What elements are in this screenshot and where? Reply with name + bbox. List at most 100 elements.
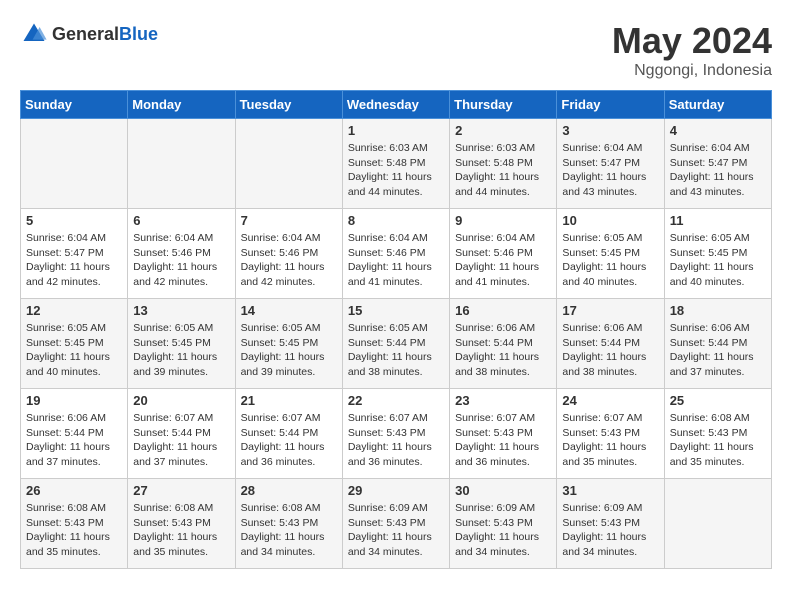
calendar-week-3: 12 Sunrise: 6:05 AMSunset: 5:45 PMDayligh… [21, 299, 772, 389]
day-number: 17 [562, 303, 658, 318]
day-number: 31 [562, 483, 658, 498]
calendar-cell: 24 Sunrise: 6:07 AMSunset: 5:43 PMDayligh… [557, 389, 664, 479]
day-number: 16 [455, 303, 551, 318]
day-number: 2 [455, 123, 551, 138]
calendar-cell: 3 Sunrise: 6:04 AMSunset: 5:47 PMDaylight… [557, 119, 664, 209]
calendar-cell: 26 Sunrise: 6:08 AMSunset: 5:43 PMDayligh… [21, 479, 128, 569]
cell-content: Sunrise: 6:05 AMSunset: 5:45 PMDaylight:… [562, 231, 658, 290]
logo: GeneralBlue [20, 20, 158, 48]
day-number: 11 [670, 213, 766, 228]
cell-content: Sunrise: 6:07 AMSunset: 5:43 PMDaylight:… [455, 411, 551, 470]
calendar-cell: 29Sunrise: 6:09 AMSunset: 5:43 PMDayligh… [342, 479, 449, 569]
header-day-thursday: Thursday [450, 91, 557, 119]
calendar-cell [21, 119, 128, 209]
day-number: 8 [348, 213, 444, 228]
cell-content: Sunrise: 6:04 AMSunset: 5:47 PMDaylight:… [26, 231, 122, 290]
cell-content: Sunrise: 6:06 AMSunset: 5:44 PMDaylight:… [670, 321, 766, 380]
day-number: 29 [348, 483, 444, 498]
calendar-cell: 31 Sunrise: 6:09 AMSunset: 5:43 PMDayligh… [557, 479, 664, 569]
calendar-cell: 28Sunrise: 6:08 AMSunset: 5:43 PMDayligh… [235, 479, 342, 569]
calendar-cell: 20 Sunrise: 6:07 AMSunset: 5:44 PMDayligh… [128, 389, 235, 479]
logo-icon [20, 20, 48, 48]
cell-content: Sunrise: 6:05 AMSunset: 5:44 PMDaylight:… [348, 321, 444, 380]
header-row: SundayMondayTuesdayWednesdayThursdayFrid… [21, 91, 772, 119]
header-day-wednesday: Wednesday [342, 91, 449, 119]
calendar-body: 1 Sunrise: 6:03 AMSunset: 5:48 PMDaylight… [21, 119, 772, 569]
cell-content: Sunrise: 6:04 AMSunset: 5:47 PMDaylight:… [562, 141, 658, 200]
header-day-sunday: Sunday [21, 91, 128, 119]
day-number: 7 [241, 213, 337, 228]
day-number: 23 [455, 393, 551, 408]
calendar-cell: 5Sunrise: 6:04 AMSunset: 5:47 PMDaylight… [21, 209, 128, 299]
day-number: 20 [133, 393, 229, 408]
day-number: 25 [670, 393, 766, 408]
day-number: 28 [241, 483, 337, 498]
calendar-cell: 25 Sunrise: 6:08 AMSunset: 5:43 PMDayligh… [664, 389, 771, 479]
subtitle: Nggongi, Indonesia [612, 62, 772, 80]
cell-content: Sunrise: 6:08 AMSunset: 5:43 PMDaylight:… [133, 501, 229, 560]
logo-blue: Blue [119, 24, 158, 44]
calendar-cell: 8 Sunrise: 6:04 AMSunset: 5:46 PMDaylight… [342, 209, 449, 299]
calendar-cell: 7 Sunrise: 6:04 AMSunset: 5:46 PMDaylight… [235, 209, 342, 299]
logo-text: GeneralBlue [52, 24, 158, 45]
day-number: 3 [562, 123, 658, 138]
calendar-cell: 21Sunrise: 6:07 AMSunset: 5:44 PMDayligh… [235, 389, 342, 479]
calendar-cell: 4Sunrise: 6:04 AMSunset: 5:47 PMDaylight… [664, 119, 771, 209]
calendar-week-5: 26 Sunrise: 6:08 AMSunset: 5:43 PMDayligh… [21, 479, 772, 569]
calendar-cell: 27Sunrise: 6:08 AMSunset: 5:43 PMDayligh… [128, 479, 235, 569]
calendar-cell: 10Sunrise: 6:05 AMSunset: 5:45 PMDayligh… [557, 209, 664, 299]
calendar-cell: 19 Sunrise: 6:06 AMSunset: 5:44 PMDayligh… [21, 389, 128, 479]
calendar-cell: 30Sunrise: 6:09 AMSunset: 5:43 PMDayligh… [450, 479, 557, 569]
cell-content: Sunrise: 6:04 AMSunset: 5:46 PMDaylight:… [241, 231, 337, 290]
day-number: 6 [133, 213, 229, 228]
day-number: 12 [26, 303, 122, 318]
cell-content: Sunrise: 6:05 AMSunset: 5:45 PMDaylight:… [670, 231, 766, 290]
calendar-week-2: 5Sunrise: 6:04 AMSunset: 5:47 PMDaylight… [21, 209, 772, 299]
cell-content: Sunrise: 6:06 AMSunset: 5:44 PMDaylight:… [562, 321, 658, 380]
cell-content: Sunrise: 6:04 AMSunset: 5:46 PMDaylight:… [133, 231, 229, 290]
cell-content: Sunrise: 6:08 AMSunset: 5:43 PMDaylight:… [26, 501, 122, 560]
calendar-cell: 12 Sunrise: 6:05 AMSunset: 5:45 PMDayligh… [21, 299, 128, 389]
cell-content: Sunrise: 6:07 AMSunset: 5:44 PMDaylight:… [241, 411, 337, 470]
calendar-cell: 6 Sunrise: 6:04 AMSunset: 5:46 PMDaylight… [128, 209, 235, 299]
day-number: 9 [455, 213, 551, 228]
cell-content: Sunrise: 6:07 AMSunset: 5:44 PMDaylight:… [133, 411, 229, 470]
cell-content: Sunrise: 6:04 AMSunset: 5:46 PMDaylight:… [455, 231, 551, 290]
day-number: 19 [26, 393, 122, 408]
page-header: GeneralBlue May 2024 Nggongi, Indonesia [20, 20, 772, 80]
day-number: 13 [133, 303, 229, 318]
cell-content: Sunrise: 6:08 AMSunset: 5:43 PMDaylight:… [670, 411, 766, 470]
cell-content: Sunrise: 6:09 AMSunset: 5:43 PMDaylight:… [455, 501, 551, 560]
day-number: 26 [26, 483, 122, 498]
calendar-cell: 13 Sunrise: 6:05 AMSunset: 5:45 PMDayligh… [128, 299, 235, 389]
cell-content: Sunrise: 6:05 AMSunset: 5:45 PMDaylight:… [241, 321, 337, 380]
title-block: May 2024 Nggongi, Indonesia [612, 20, 772, 80]
calendar-cell: 17 Sunrise: 6:06 AMSunset: 5:44 PMDayligh… [557, 299, 664, 389]
calendar-cell: 1 Sunrise: 6:03 AMSunset: 5:48 PMDaylight… [342, 119, 449, 209]
cell-content: Sunrise: 6:05 AMSunset: 5:45 PMDaylight:… [26, 321, 122, 380]
main-title: May 2024 [612, 20, 772, 62]
cell-content: Sunrise: 6:07 AMSunset: 5:43 PMDaylight:… [348, 411, 444, 470]
calendar-cell: 14 Sunrise: 6:05 AMSunset: 5:45 PMDayligh… [235, 299, 342, 389]
logo-general: General [52, 24, 119, 44]
day-number: 1 [348, 123, 444, 138]
calendar-week-4: 19 Sunrise: 6:06 AMSunset: 5:44 PMDayligh… [21, 389, 772, 479]
cell-content: Sunrise: 6:07 AMSunset: 5:43 PMDaylight:… [562, 411, 658, 470]
day-number: 24 [562, 393, 658, 408]
calendar-table: SundayMondayTuesdayWednesdayThursdayFrid… [20, 90, 772, 569]
cell-content: Sunrise: 6:04 AMSunset: 5:47 PMDaylight:… [670, 141, 766, 200]
day-number: 18 [670, 303, 766, 318]
calendar-cell: 9 Sunrise: 6:04 AMSunset: 5:46 PMDaylight… [450, 209, 557, 299]
header-day-saturday: Saturday [664, 91, 771, 119]
header-day-friday: Friday [557, 91, 664, 119]
cell-content: Sunrise: 6:03 AMSunset: 5:48 PMDaylight:… [348, 141, 444, 200]
cell-content: Sunrise: 6:05 AMSunset: 5:45 PMDaylight:… [133, 321, 229, 380]
cell-content: Sunrise: 6:06 AMSunset: 5:44 PMDaylight:… [26, 411, 122, 470]
day-number: 15 [348, 303, 444, 318]
cell-content: Sunrise: 6:04 AMSunset: 5:46 PMDaylight:… [348, 231, 444, 290]
calendar-cell: 18 Sunrise: 6:06 AMSunset: 5:44 PMDayligh… [664, 299, 771, 389]
calendar-cell [128, 119, 235, 209]
day-number: 14 [241, 303, 337, 318]
calendar-cell: 22Sunrise: 6:07 AMSunset: 5:43 PMDayligh… [342, 389, 449, 479]
cell-content: Sunrise: 6:09 AMSunset: 5:43 PMDaylight:… [562, 501, 658, 560]
